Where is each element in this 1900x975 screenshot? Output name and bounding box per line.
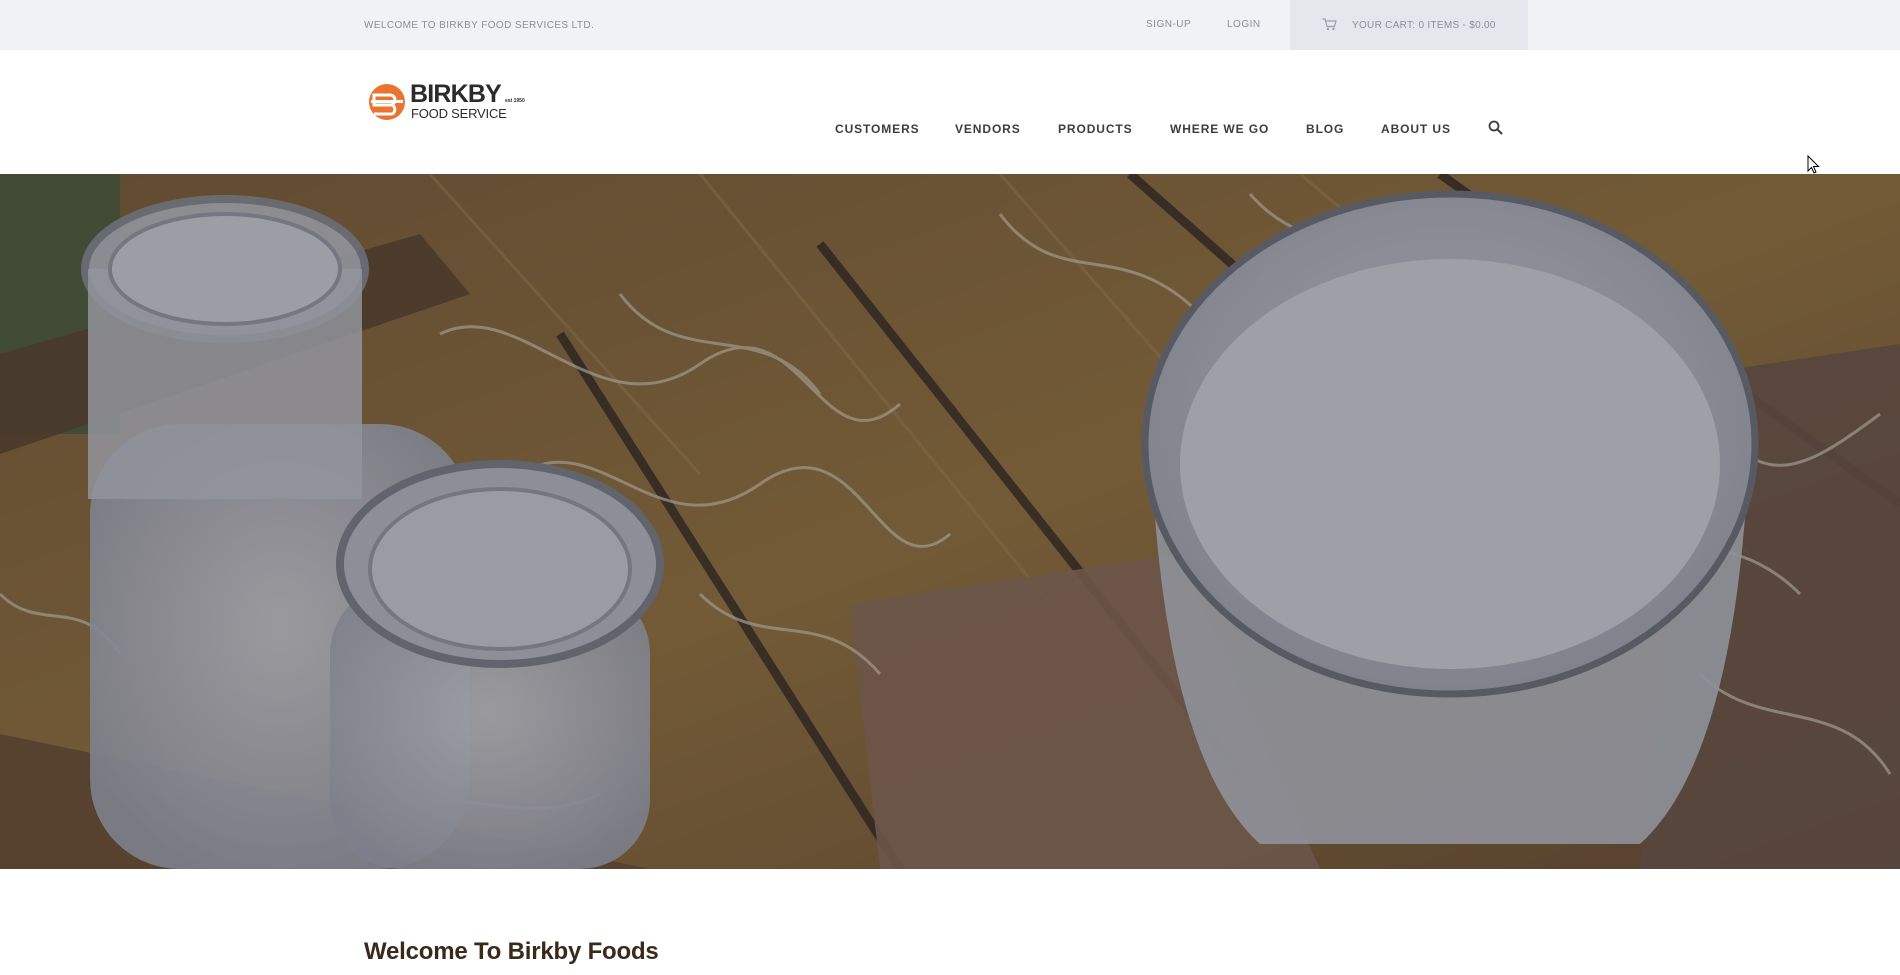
- cart-summary: YOUR CART: 0 ITEMS - $0.00: [1352, 20, 1496, 31]
- welcome-note: WELCOME TO BIRKBY FOOD SERVICES LTD.: [364, 20, 595, 31]
- signup-link[interactable]: SIGN-UP: [1146, 0, 1191, 50]
- nav-item-blog[interactable]: BLOG: [1306, 122, 1344, 136]
- nav-item-customers[interactable]: CUSTOMERS: [835, 122, 920, 136]
- nav-item-where-we-go[interactable]: WHERE WE GO: [1170, 122, 1269, 136]
- hero-banner: [0, 174, 1900, 869]
- top-bar: WELCOME TO BIRKBY FOOD SERVICES LTD. SIG…: [0, 0, 1900, 50]
- cart-button[interactable]: YOUR CART: 0 ITEMS - $0.00: [1290, 0, 1528, 50]
- nav-item-about-us[interactable]: ABOUT US: [1381, 122, 1451, 136]
- search-icon[interactable]: [1488, 120, 1503, 135]
- hero-image: [0, 174, 1900, 869]
- login-link[interactable]: LOGIN: [1227, 0, 1261, 50]
- mouse-cursor-icon: [1807, 155, 1820, 174]
- site-header: BIRKBY est 1950 FOOD SERVICE CUSTOMERS V…: [0, 50, 1900, 174]
- page-title: Welcome To Birkby Foods: [364, 938, 659, 965]
- nav-item-vendors[interactable]: VENDORS: [955, 122, 1021, 136]
- nav-item-products[interactable]: PRODUCTS: [1058, 122, 1133, 136]
- cart-icon: [1322, 18, 1337, 31]
- main-nav: CUSTOMERS VENDORS PRODUCTS WHERE WE GO B…: [0, 50, 1900, 174]
